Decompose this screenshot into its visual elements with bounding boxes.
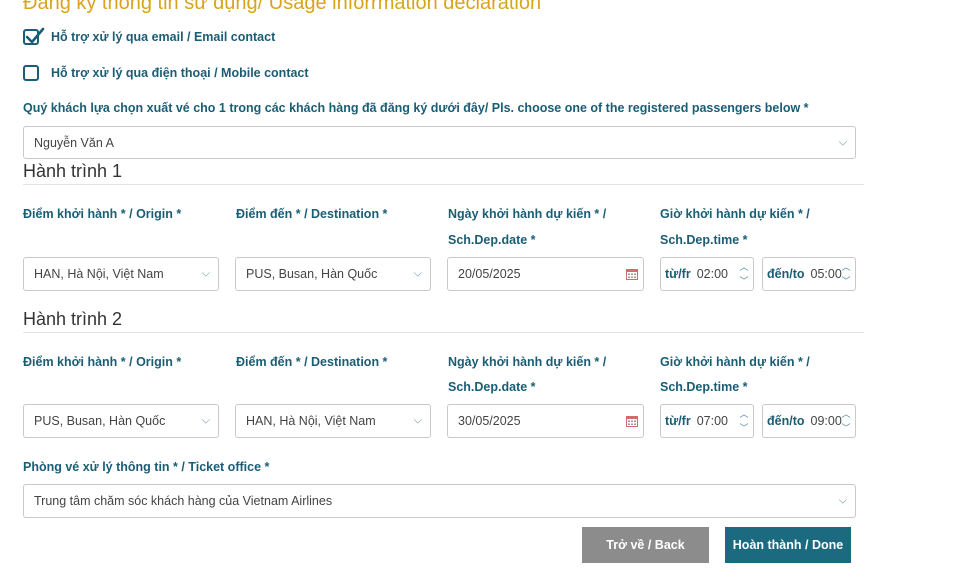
time-spinner[interactable]: ︿ ﹀ — [738, 407, 750, 435]
passenger-select[interactable]: Nguyễn Văn A ⌵ — [23, 126, 856, 159]
leg-2-time-to-input[interactable]: đến/to 09:00 ︿ ﹀ — [762, 404, 856, 438]
leg-2-origin-select[interactable]: PUS, Busan, Hàn Quốc ⌵ — [23, 404, 219, 438]
chevron-down-icon: ⌵ — [413, 414, 422, 427]
leg-1-time-from-input[interactable]: từ/fr 02:00 ︿ ﹀ — [660, 257, 754, 291]
leg-2-origin-value: PUS, Busan, Hàn Quốc — [34, 414, 166, 428]
chevron-down-icon[interactable]: ﹀ — [841, 274, 850, 288]
leg-1-origin-value: HAN, Hà Nội, Việt Nam — [34, 267, 164, 281]
leg-2-date-label: Ngày khởi hành dự kiến * / — [448, 355, 607, 369]
leg-1-date-label: Ngày khởi hành dự kiến * / — [448, 207, 607, 221]
leg-1-destination-value: PUS, Busan, Hàn Quốc — [246, 267, 378, 281]
leg-2-time-from-input[interactable]: từ/fr 07:00 ︿ ﹀ — [660, 404, 754, 438]
leg-1-time-label: Giờ khởi hành dự kiến * / — [660, 207, 810, 221]
time-to-prefix: đến/to — [767, 267, 805, 281]
leg-1-time-to-input[interactable]: đến/to 05:00 ︿ ﹀ — [762, 257, 856, 291]
chevron-down-icon: ⌵ — [201, 414, 210, 427]
leg-1-destination-label: Điểm đến * / Destination * — [236, 207, 388, 221]
email-contact-checkbox[interactable] — [23, 27, 45, 45]
leg-1-destination-select[interactable]: PUS, Busan, Hàn Quốc ⌵ — [235, 257, 431, 291]
chevron-down-icon[interactable]: ﹀ — [739, 274, 748, 288]
passenger-select-value: Nguyễn Văn A — [34, 135, 114, 150]
leg-2-destination-value: HAN, Hà Nội, Việt Nam — [246, 414, 376, 428]
leg-1-date-label-2: Sch.Dep.date * — [448, 233, 536, 247]
leg-2-origin-label: Điểm khởi hành * / Origin * — [23, 355, 182, 369]
chevron-down-icon: ⌵ — [838, 494, 847, 507]
chevron-up-icon[interactable]: ︿ — [739, 407, 748, 421]
mobile-contact-option[interactable]: Hỗ trợ xử lý qua điện thoại / Mobile con… — [23, 65, 309, 81]
leg-2-title: Hành trình 2 — [23, 309, 123, 329]
leg-1-origin-select[interactable]: HAN, Hà Nội, Việt Nam ⌵ — [23, 257, 219, 291]
chevron-down-icon: ⌵ — [201, 267, 210, 280]
calendar-icon[interactable] — [626, 268, 638, 280]
page-title: Đăng ký thông tin sử dụng/ Usage inforrm… — [23, 0, 542, 14]
leg-1-date-input[interactable]: 20/05/2025 — [447, 257, 644, 291]
leg-2-date-label-2: Sch.Dep.date * — [448, 380, 536, 394]
leg-2-time-label: Giờ khởi hành dự kiến * / — [660, 355, 810, 369]
time-spinner[interactable]: ︿ ﹀ — [840, 260, 852, 288]
leg-2-time-label-2: Sch.Dep.time * — [660, 380, 748, 394]
chevron-up-icon[interactable]: ︿ — [739, 260, 748, 274]
chevron-down-icon[interactable]: ﹀ — [841, 421, 850, 435]
leg-2-time-from-value: 07:00 — [696, 414, 728, 428]
email-contact-option[interactable]: Hỗ trợ xử lý qua email / Email contact — [23, 27, 276, 45]
leg-1-time-label-2: Sch.Dep.time * — [660, 233, 748, 247]
chevron-down-icon[interactable]: ﹀ — [739, 421, 748, 435]
time-from-prefix: từ/fr — [665, 414, 691, 428]
leg-1-date-value: 20/05/2025 — [458, 267, 521, 281]
leg-2-date-value: 30/05/2025 — [458, 414, 521, 428]
leg-2-destination-select[interactable]: HAN, Hà Nội, Việt Nam ⌵ — [235, 404, 431, 438]
time-to-prefix: đến/to — [767, 414, 805, 428]
chevron-down-icon: ⌵ — [413, 267, 422, 280]
ticket-office-label: Phòng vé xử lý thông tin * / Ticket offi… — [23, 460, 270, 474]
ticket-office-select[interactable]: Trung tâm chăm sóc khách hàng của Vietna… — [23, 484, 856, 518]
mobile-contact-label: Hỗ trợ xử lý qua điện thoại / Mobile con… — [51, 66, 309, 80]
leg-2-destination-label: Điểm đến * / Destination * — [236, 355, 388, 369]
passenger-label: Quý khách lựa chọn xuất vé cho 1 trong c… — [23, 101, 809, 115]
chevron-down-icon: ⌵ — [838, 136, 847, 148]
leg-1-time-from-value: 02:00 — [696, 267, 728, 281]
leg-2-time-to-value: 09:00 — [810, 414, 842, 428]
checkmark-icon — [25, 27, 45, 44]
ticket-office-value: Trung tâm chăm sóc khách hàng của Vietna… — [34, 494, 333, 508]
time-spinner[interactable]: ︿ ﹀ — [840, 407, 852, 435]
divider — [23, 332, 864, 333]
mobile-contact-checkbox[interactable] — [23, 65, 39, 81]
calendar-icon[interactable] — [626, 415, 638, 427]
leg-1-title: Hành trình 1 — [23, 161, 123, 181]
chevron-up-icon[interactable]: ︿ — [841, 260, 850, 274]
back-button[interactable]: Trở về / Back — [582, 527, 709, 563]
leg-1-origin-label: Điểm khởi hành * / Origin * — [23, 207, 182, 221]
leg-1-time-to-value: 05:00 — [810, 267, 842, 281]
chevron-up-icon[interactable]: ︿ — [841, 407, 850, 421]
time-spinner[interactable]: ︿ ﹀ — [738, 260, 750, 288]
email-contact-label: Hỗ trợ xử lý qua email / Email contact — [51, 30, 276, 44]
divider — [23, 184, 864, 185]
done-button[interactable]: Hoàn thành / Done — [725, 527, 851, 563]
leg-2-date-input[interactable]: 30/05/2025 — [447, 404, 644, 438]
time-from-prefix: từ/fr — [665, 267, 691, 281]
